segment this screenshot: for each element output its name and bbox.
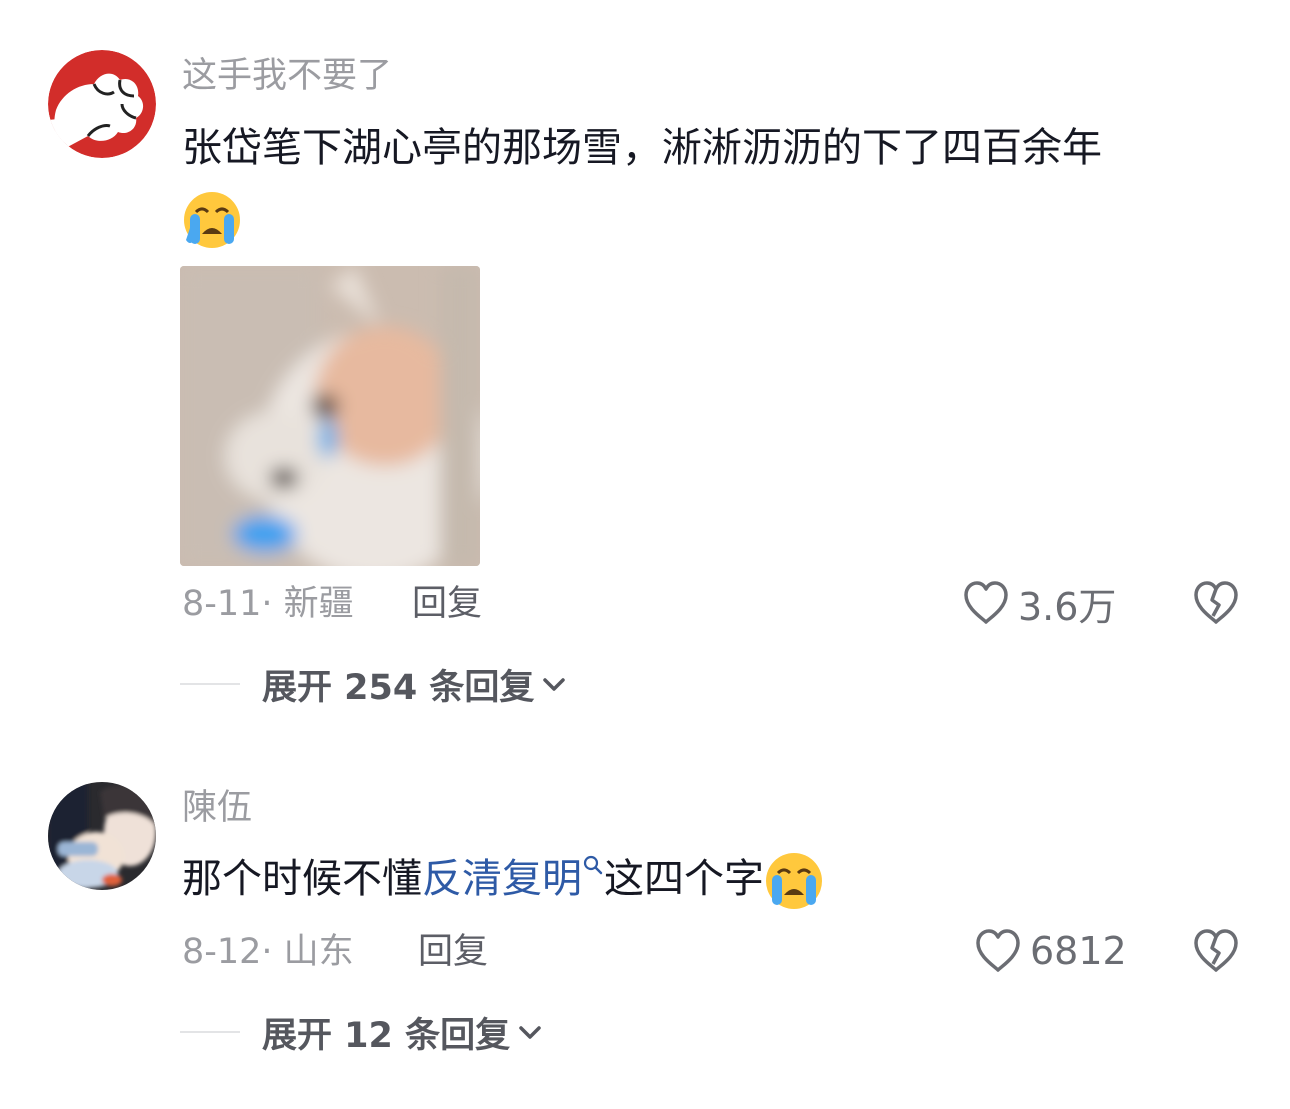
comment-text: 那个时候不懂反清复明 这四个字 <box>182 844 1242 914</box>
user-avatar[interactable] <box>48 782 156 890</box>
comment-text-after: 这四个字 <box>604 856 764 902</box>
dislike-button[interactable] <box>1192 580 1240 626</box>
comment-text-body: 张岱笔下湖心亭的那场雪，淅淅沥沥的下了四百余年 <box>182 125 1102 171</box>
username[interactable]: 这手我不要了 <box>182 54 392 98</box>
dislike-button[interactable] <box>1192 928 1240 974</box>
expand-replies[interactable]: 展开 254 条回复 <box>180 662 568 708</box>
user-avatar[interactable] <box>48 50 156 158</box>
broken-heart-icon <box>1194 929 1238 972</box>
heart-outline-icon <box>976 929 1020 972</box>
divider-line <box>180 1031 240 1033</box>
search-icon[interactable] <box>582 854 604 876</box>
like-button[interactable]: 6812 <box>974 926 1127 976</box>
like-button[interactable]: 3.6万 <box>962 578 1117 629</box>
like-count: 3.6万 <box>1018 584 1117 629</box>
date-location: 8-11· 新疆 <box>182 584 354 624</box>
date-location: 8-12· 山东 <box>182 932 354 972</box>
comment-text-before: 那个时候不懂 <box>182 856 422 902</box>
like-count: 6812 <box>1030 929 1127 973</box>
reply-button[interactable]: 回复 <box>418 930 488 974</box>
username[interactable]: 陳伍 <box>182 786 252 830</box>
heart-outline-icon <box>964 581 1008 624</box>
comment-image[interactable] <box>180 266 480 566</box>
chevron-down-icon <box>543 678 566 691</box>
crying-face-emoji-icon <box>764 851 824 911</box>
search-link[interactable]: 反清复明 <box>422 856 582 902</box>
expand-replies-label: 展开 254 条回复 <box>262 667 535 708</box>
crying-face-emoji-icon <box>182 190 242 250</box>
expand-replies[interactable]: 展开 12 条回复 <box>180 1010 544 1056</box>
reply-button[interactable]: 回复 <box>412 582 482 626</box>
divider-line <box>180 683 240 685</box>
expand-replies-label: 展开 12 条回复 <box>262 1015 511 1056</box>
broken-heart-icon <box>1194 581 1238 624</box>
chevron-down-icon <box>519 1026 541 1039</box>
comment-text: 张岱笔下湖心亭的那场雪，淅淅沥沥的下了四百余年 <box>182 113 1242 253</box>
